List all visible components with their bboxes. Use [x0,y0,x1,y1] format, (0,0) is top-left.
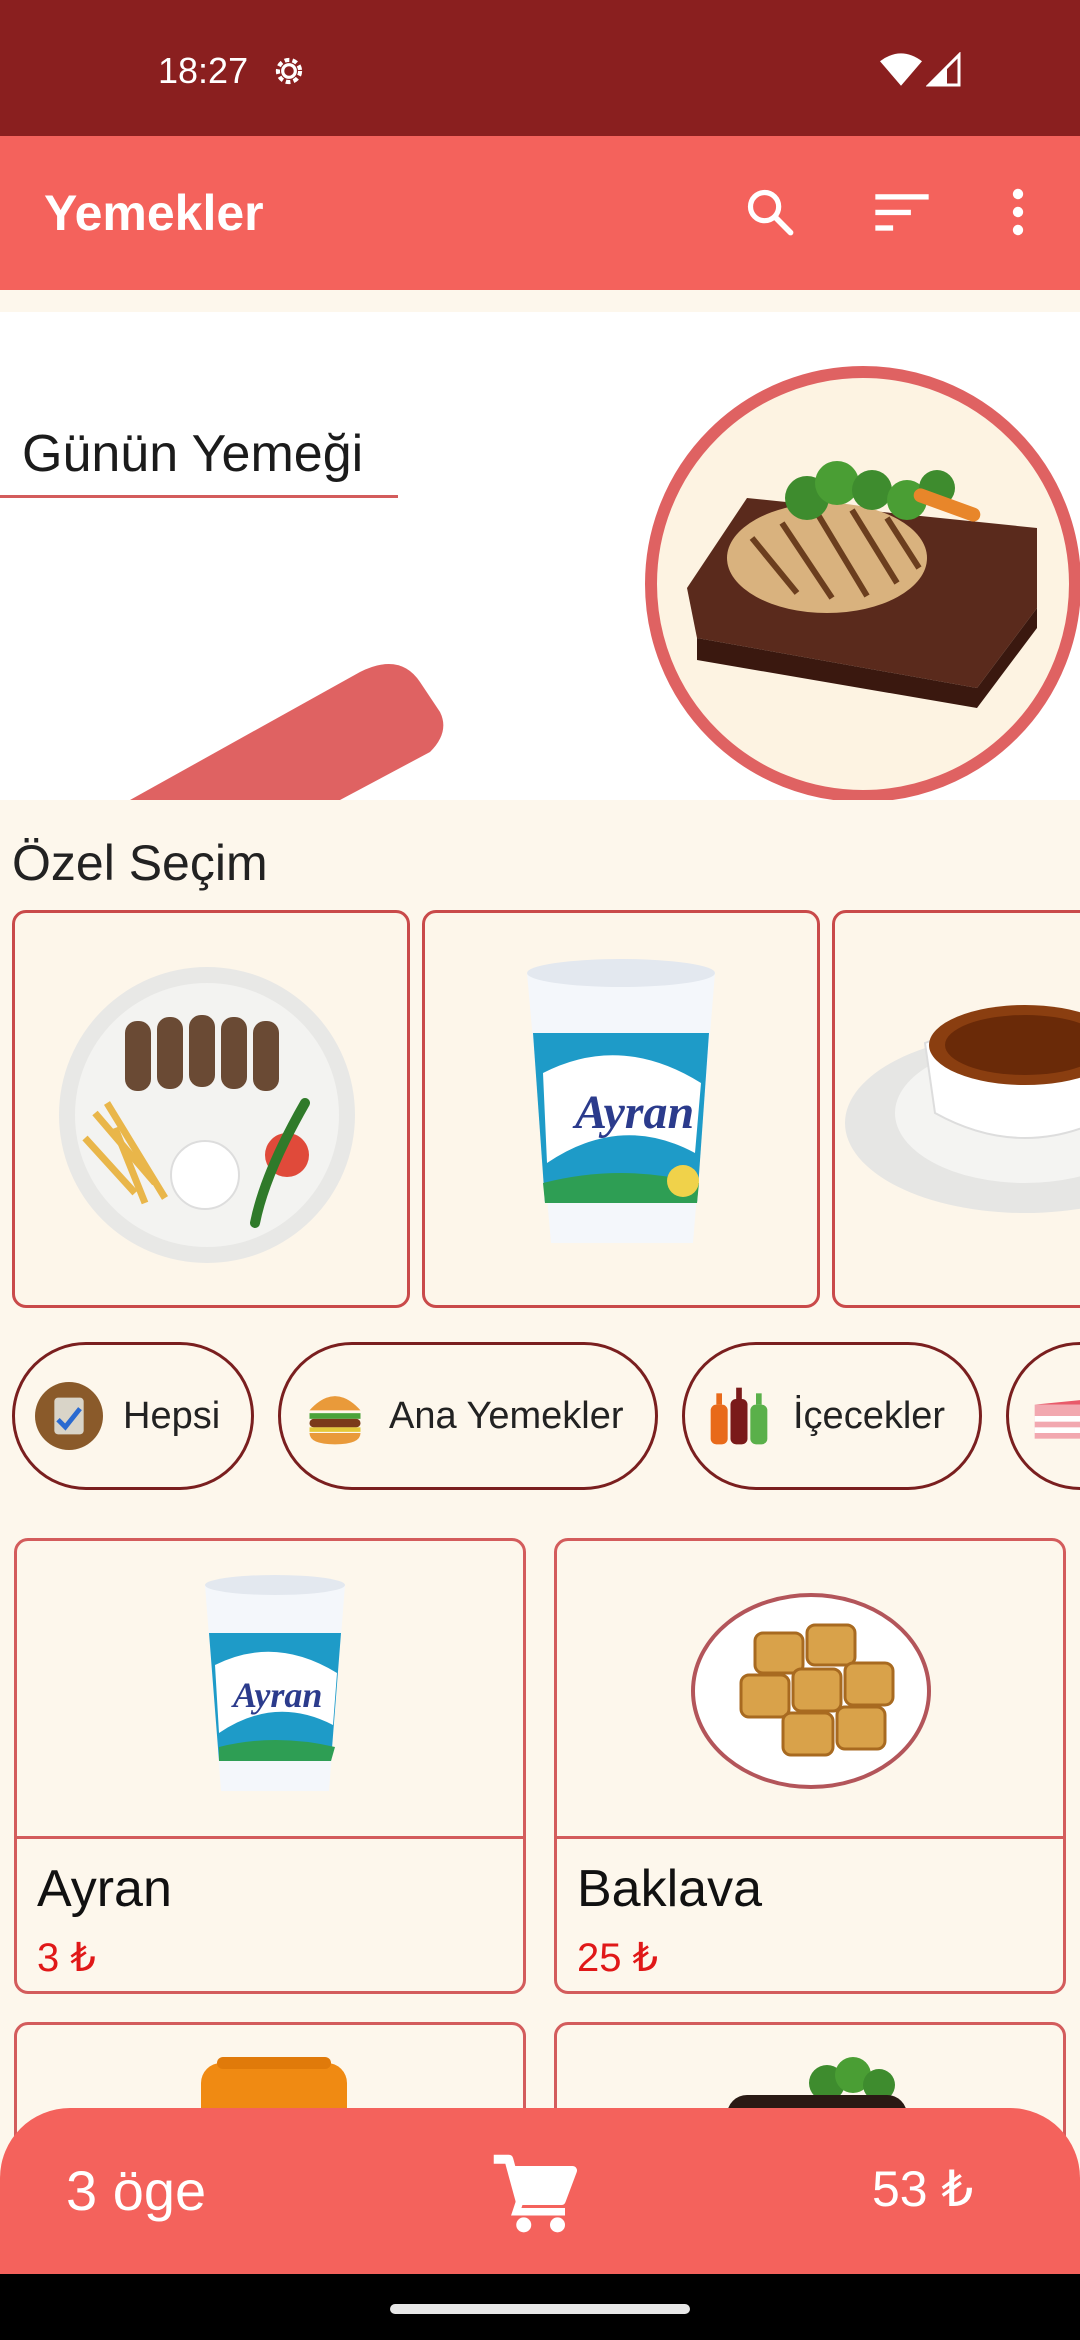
special-card-kofte[interactable] [12,910,410,1308]
settings-gear-icon [275,57,303,85]
special-card-ayran[interactable]: Ayran [422,910,820,1308]
search-icon [747,189,794,236]
decorative-shape [100,612,520,800]
category-chip-desserts[interactable] [1006,1342,1080,1490]
special-card-kunefe[interactable] [832,910,1080,1308]
home-gesture-handle[interactable] [390,2304,690,2314]
dish-of-the-day-label: Günün Yemeği [22,425,364,483]
special-selection-title: Özel Seçim [12,835,268,891]
product-image: Ayran [17,1541,523,1839]
checklist-icon [35,1382,103,1450]
page-title: Yemekler [44,185,264,241]
sort-icon [875,194,929,231]
cart-item-count: 3 öge [66,2159,207,2222]
product-price: 25 ₺ [577,1936,659,1980]
shopping-cart-icon[interactable] [490,2148,580,2238]
status-bar: 18:27 [0,0,1080,136]
search-button[interactable] [738,180,802,244]
product-image [557,1541,1063,1839]
cake-icon [1029,1382,1080,1450]
category-label: İçecekler [793,1394,946,1437]
more-vert-icon [1012,188,1024,236]
category-chip-all[interactable]: Hepsi [12,1342,254,1490]
app-bar: Yemekler [0,136,1080,290]
dish-of-the-day-image[interactable] [645,366,1080,800]
status-time: 18:27 [158,50,249,91]
screen: 18:27 Yemekler Günün Yemeği Özel Seçim A… [0,0,1080,2340]
signal-icon [926,52,961,87]
category-label: Ana Yemekler [389,1394,624,1437]
sort-button[interactable] [870,180,934,244]
product-card-ayran[interactable]: Ayran Ayran 3 ₺ [14,1538,526,1994]
category-label: Hepsi [123,1394,221,1437]
product-name: Ayran [37,1860,172,1918]
category-chip-drinks[interactable]: İçecekler [682,1342,982,1490]
svg-text:Ayran: Ayran [231,1675,322,1715]
bottles-icon [705,1382,773,1450]
overflow-menu-button[interactable] [986,180,1050,244]
system-nav-bar [0,2274,1080,2340]
cart-summary-bar[interactable]: 3 öge 53 ₺ [0,2108,1080,2274]
product-card-baklava[interactable]: Baklava 25 ₺ [554,1538,1066,1994]
special-selection-carousel[interactable]: Ayran [12,910,1080,1308]
svg-text:Ayran: Ayran [572,1086,694,1139]
dish-of-the-day-banner[interactable]: Günün Yemeği [0,312,1080,800]
cart-total: 53 ₺ [872,2161,974,2217]
product-price: 3 ₺ [37,1936,96,1980]
burger-icon [301,1382,369,1450]
wifi-icon [880,53,922,86]
category-chip-main-dishes[interactable]: Ana Yemekler [278,1342,658,1490]
label-underline [0,495,398,498]
product-name: Baklava [577,1860,762,1918]
